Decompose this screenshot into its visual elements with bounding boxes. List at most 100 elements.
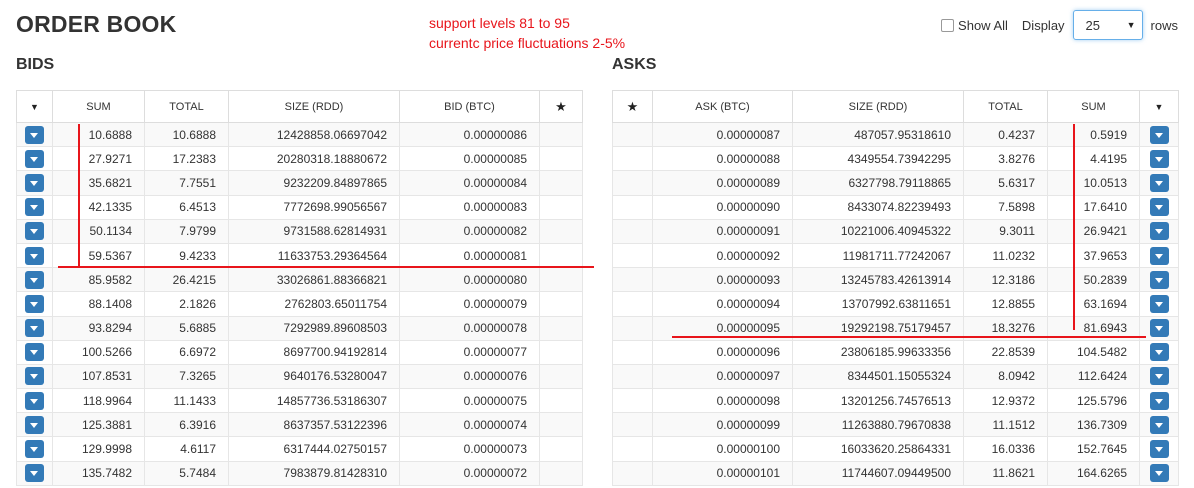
- asks-cell-total: 0.4237: [963, 121, 1048, 148]
- asks-row-action-cell: [1139, 121, 1179, 148]
- chevron-down-icon[interactable]: [1149, 319, 1169, 338]
- asks-favorite-cell[interactable]: [612, 412, 653, 438]
- chevron-down-icon[interactable]: [25, 440, 44, 459]
- asks-header-sum[interactable]: SUM: [1047, 90, 1140, 123]
- bids-favorite-cell[interactable]: [539, 412, 583, 438]
- asks-header-row: ★ ASK (BTC) SIZE (RDD) TOTAL SUM ▼: [612, 90, 1179, 123]
- asks-cell-size-rdd: 11263880.79670838: [792, 412, 964, 438]
- chevron-down-icon[interactable]: [1149, 270, 1169, 289]
- chevron-down-icon[interactable]: [1149, 464, 1169, 483]
- asks-header-ask[interactable]: ASK (BTC): [652, 90, 793, 123]
- asks-favorite-cell[interactable]: [612, 121, 653, 148]
- asks-cell-ask-btc: 0.00000097: [652, 363, 793, 390]
- chevron-down-icon[interactable]: [25, 343, 44, 362]
- bids-favorite-cell[interactable]: [539, 315, 583, 341]
- chevron-down-icon[interactable]: [25, 222, 44, 241]
- chevron-down-icon[interactable]: [1149, 222, 1169, 241]
- asks-favorite-cell[interactable]: [612, 242, 653, 269]
- chevron-down-icon[interactable]: [1149, 415, 1169, 434]
- chevron-down-icon[interactable]: [25, 464, 44, 483]
- asks-favorite-cell[interactable]: [612, 460, 653, 486]
- bids-favorite-cell[interactable]: [539, 121, 583, 148]
- chevron-down-icon[interactable]: [1149, 440, 1169, 459]
- bids-cell-bid-btc: 0.00000073: [399, 436, 540, 462]
- show-all-toggle[interactable]: Show All: [941, 18, 1008, 33]
- asks-cell-size-rdd: 13707992.63811651: [792, 291, 964, 317]
- asks-cell-size-rdd: 6327798.79118865: [792, 170, 964, 196]
- caret-down-icon: ▼: [1126, 20, 1136, 30]
- chevron-down-icon[interactable]: [25, 391, 44, 410]
- chevron-down-icon[interactable]: [25, 125, 44, 144]
- bids-favorite-cell[interactable]: [539, 291, 583, 317]
- asks-favorite-cell[interactable]: [612, 267, 653, 293]
- bids-favorite-cell[interactable]: [539, 460, 583, 486]
- chevron-down-icon[interactable]: [25, 294, 44, 313]
- bids-header-bid[interactable]: BID (BTC): [399, 90, 540, 123]
- chevron-down-icon[interactable]: [25, 319, 44, 338]
- chevron-down-icon[interactable]: [25, 415, 44, 434]
- chevron-down-icon[interactable]: [25, 149, 44, 168]
- show-all-checkbox[interactable]: [941, 18, 955, 32]
- asks-table: ★ ASK (BTC) SIZE (RDD) TOTAL SUM ▼ 0.000…: [612, 90, 1179, 486]
- bids-cell-total: 9.4233: [144, 242, 229, 269]
- bids-favorite-cell[interactable]: [539, 146, 583, 172]
- chevron-down-icon[interactable]: [1149, 367, 1169, 386]
- chevron-down-icon[interactable]: [1149, 246, 1169, 265]
- bids-cell-bid-btc: 0.00000086: [399, 121, 540, 148]
- chevron-down-icon[interactable]: [1149, 198, 1169, 217]
- bids-favorite-cell[interactable]: [539, 242, 583, 269]
- chevron-down-icon[interactable]: [25, 270, 44, 289]
- asks-row-action-cell: [1139, 146, 1179, 172]
- bids-favorite-cell[interactable]: [539, 339, 583, 365]
- asks-favorite-cell[interactable]: [612, 339, 653, 365]
- bids-header-total[interactable]: TOTAL: [144, 90, 229, 123]
- bids-header-size[interactable]: SIZE (RDD): [228, 90, 400, 123]
- chevron-down-icon[interactable]: [1149, 173, 1169, 192]
- asks-favorite-cell[interactable]: [612, 218, 653, 244]
- bids-table-row: 100.5266 6.6972 8697700.94192814 0.00000077: [16, 339, 583, 365]
- bids-cell-sum: 129.9998: [52, 436, 145, 462]
- chevron-down-icon[interactable]: [1149, 149, 1169, 168]
- asks-favorite-cell[interactable]: [612, 315, 653, 341]
- asks-column-menu[interactable]: ▼: [1139, 90, 1179, 123]
- asks-favorite-cell[interactable]: [612, 170, 653, 196]
- chevron-down-icon[interactable]: [25, 246, 44, 265]
- bids-favorite-cell[interactable]: [539, 388, 583, 414]
- bids-header-sum[interactable]: SUM: [52, 90, 145, 123]
- asks-cell-sum: 136.7309: [1047, 412, 1140, 438]
- asks-favorite-cell[interactable]: [612, 146, 653, 172]
- chevron-down-icon[interactable]: [1149, 343, 1169, 362]
- rows-per-page-select[interactable]: 25 ▼: [1072, 10, 1143, 40]
- bids-favorite-cell[interactable]: [539, 170, 583, 196]
- asks-favorite-cell[interactable]: [612, 388, 653, 414]
- asks-favorite-cell[interactable]: [612, 194, 653, 220]
- asks-header-favorite[interactable]: ★: [612, 90, 653, 123]
- chevron-down-icon[interactable]: [25, 173, 44, 192]
- chevron-down-icon[interactable]: [1149, 391, 1169, 410]
- bids-header-favorite[interactable]: ★: [539, 90, 583, 123]
- chevron-down-icon[interactable]: [25, 367, 44, 386]
- asks-cell-size-rdd: 23806185.99633356: [792, 339, 964, 365]
- bids-cell-total: 7.9799: [144, 218, 229, 244]
- bids-favorite-cell[interactable]: [539, 194, 583, 220]
- bids-favorite-cell[interactable]: [539, 363, 583, 390]
- asks-header-total[interactable]: TOTAL: [963, 90, 1048, 123]
- bids-favorite-cell[interactable]: [539, 218, 583, 244]
- asks-favorite-cell[interactable]: [612, 291, 653, 317]
- chevron-down-icon[interactable]: [1149, 125, 1169, 144]
- bids-cell-size-rdd: 2762803.65011754: [228, 291, 400, 317]
- chevron-down-icon[interactable]: [25, 198, 44, 217]
- asks-cell-size-rdd: 16033620.25864331: [792, 436, 964, 462]
- asks-favorite-cell[interactable]: [612, 363, 653, 390]
- bids-favorite-cell[interactable]: [539, 436, 583, 462]
- bids-column-menu[interactable]: ▼: [16, 90, 53, 123]
- bids-table-row: 10.6888 10.6888 12428858.06697042 0.0000008…: [16, 121, 583, 148]
- bids-cell-size-rdd: 12428858.06697042: [228, 121, 400, 148]
- asks-header-size[interactable]: SIZE (RDD): [792, 90, 964, 123]
- chevron-down-icon[interactable]: [1149, 294, 1169, 313]
- asks-table-row: 0.00000091 10221006.40945322 9.3011 26.9421: [612, 218, 1179, 244]
- asks-favorite-cell[interactable]: [612, 436, 653, 462]
- bids-favorite-cell[interactable]: [539, 267, 583, 293]
- asks-row-action-cell: [1139, 267, 1179, 293]
- bids-cell-total: 10.6888: [144, 121, 229, 148]
